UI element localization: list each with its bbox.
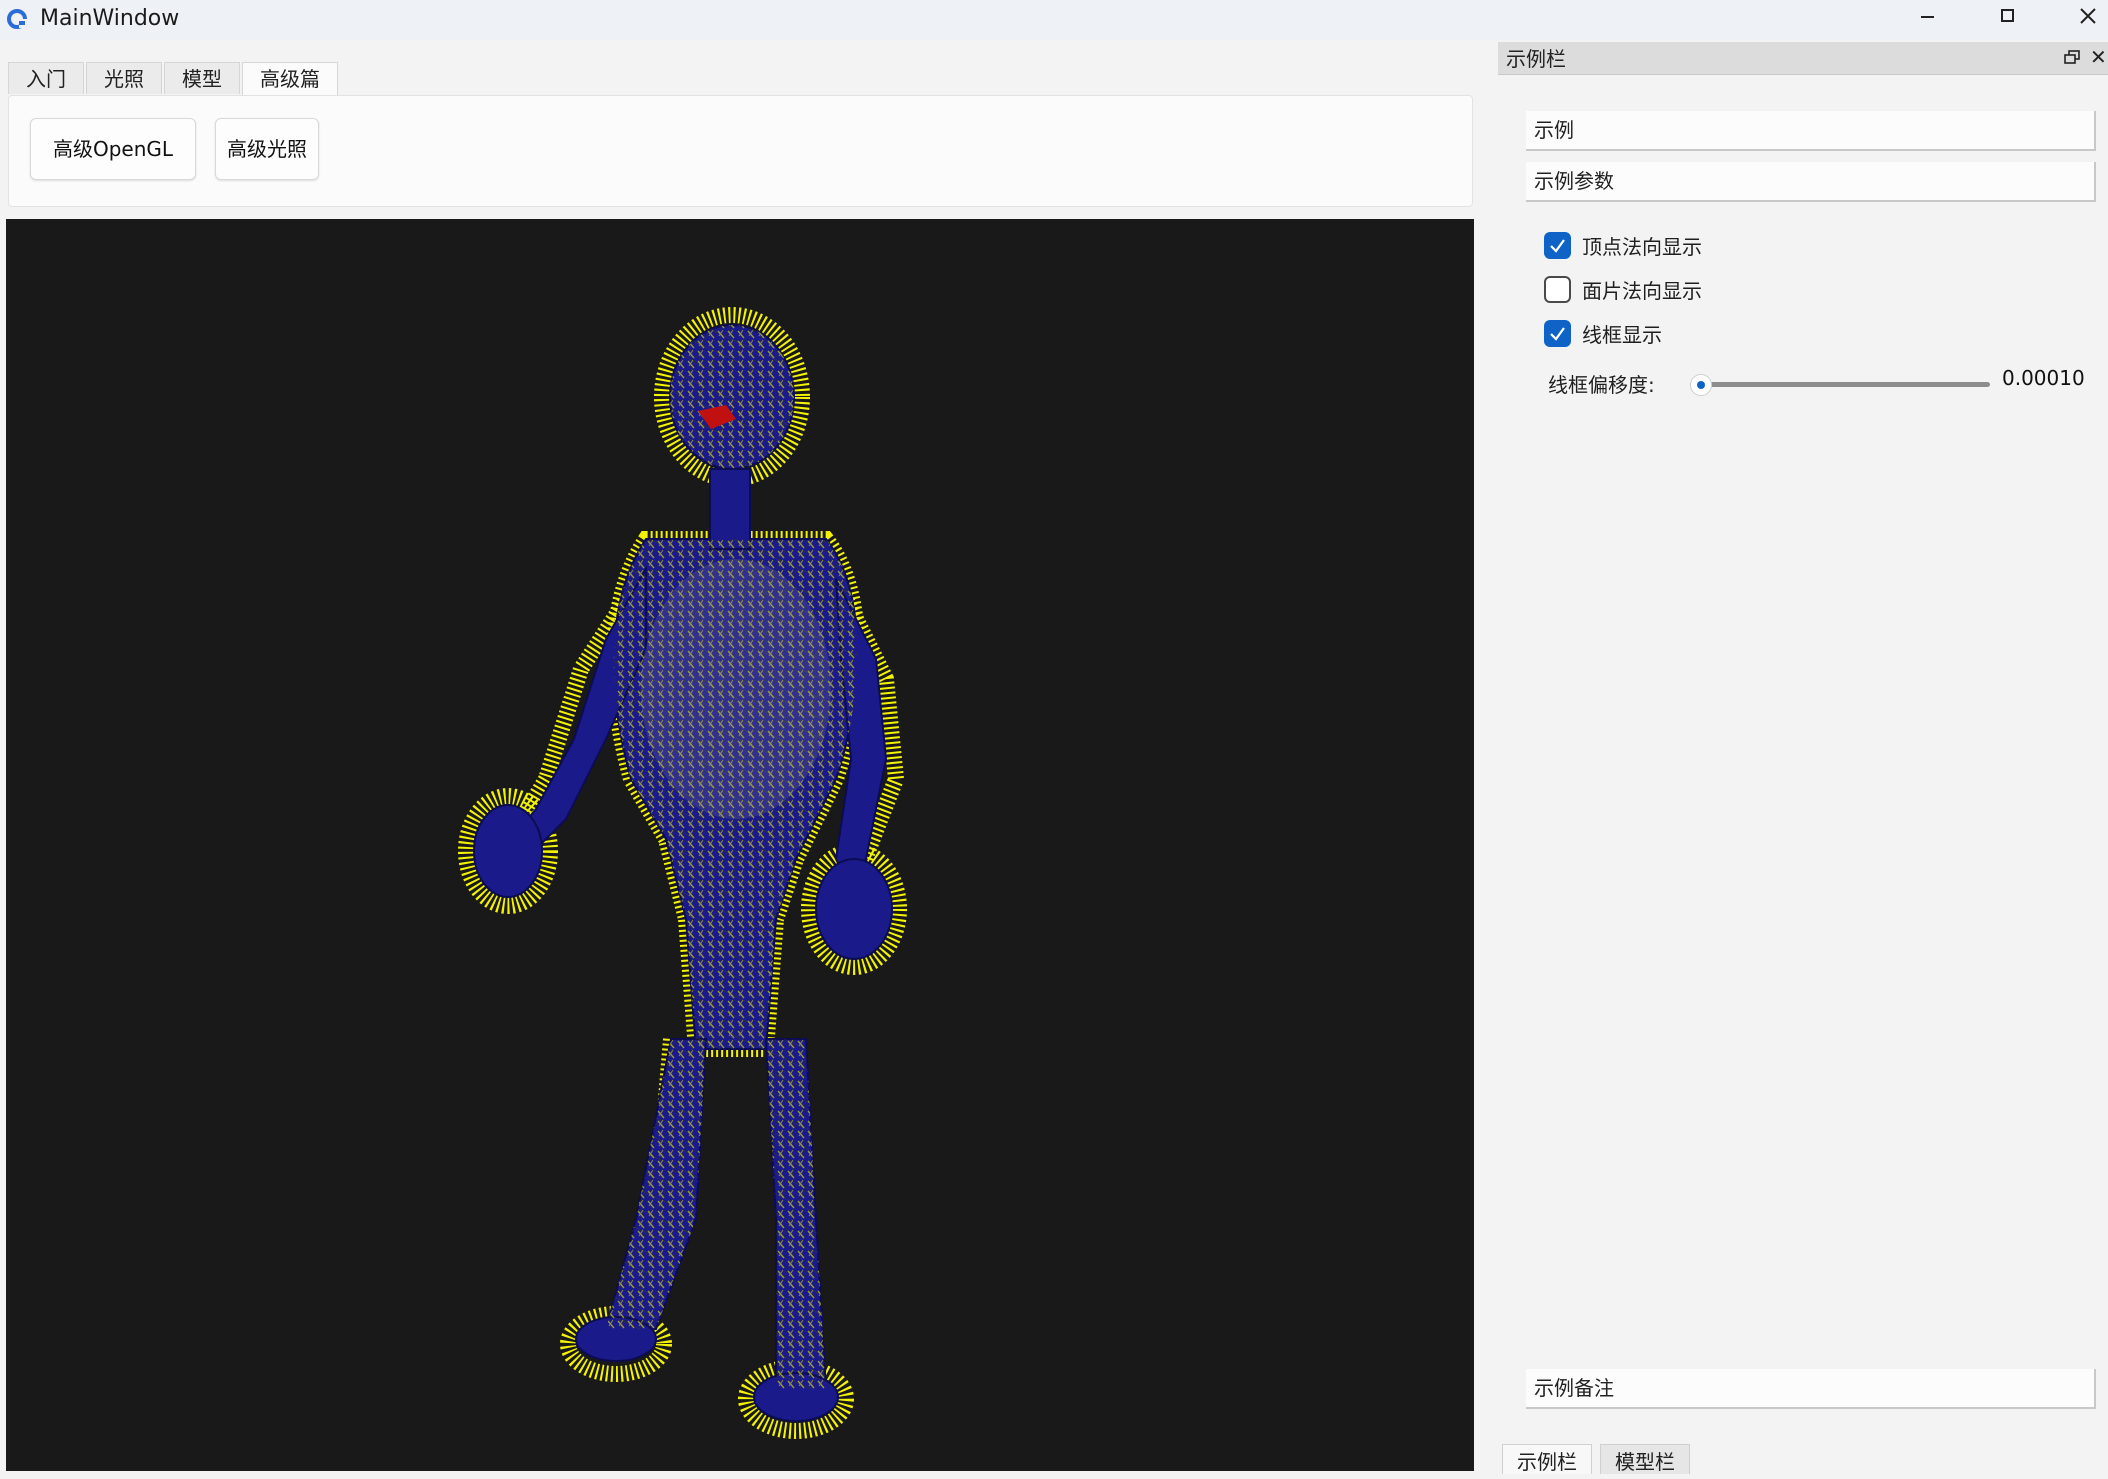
dock-header: 示例栏 ✕ — [1498, 42, 2108, 75]
params-section[interactable]: 示例参数 — [1526, 162, 2096, 202]
tab-model[interactable]: 模型 — [164, 62, 240, 94]
wireframe-offset-label: 线框偏移度: — [1548, 373, 1655, 397]
advanced-opengl-button[interactable]: 高级OpenGL — [30, 118, 196, 180]
character-model — [458, 307, 907, 1439]
notes-section-label: 示例备注 — [1534, 1376, 1614, 1400]
vertex-normals-checkbox[interactable]: 顶点法向显示 — [1544, 230, 1702, 260]
dock-bottom-tabs: 示例栏 模型栏 — [1502, 1444, 1690, 1474]
dock-title: 示例栏 — [1506, 47, 1566, 71]
dock-close-icon[interactable]: ✕ — [2090, 45, 2107, 69]
tab-lighting[interactable]: 光照 — [86, 62, 162, 94]
checkmark-icon[interactable] — [1544, 319, 1571, 347]
unchecked-box-icon[interactable] — [1544, 275, 1571, 303]
wireframe-offset-slider-track[interactable] — [1690, 382, 1990, 387]
close-icon[interactable] — [2048, 0, 2108, 34]
examples-section[interactable]: 示例 — [1526, 111, 2096, 151]
notes-section[interactable]: 示例备注 — [1526, 1369, 2096, 1409]
tab-models-dock[interactable]: 模型栏 — [1600, 1444, 1690, 1474]
wireframe-offset-slider-handle[interactable] — [1690, 374, 1712, 396]
advanced-lighting-button[interactable]: 高级光照 — [215, 118, 319, 180]
tab-examples-dock[interactable]: 示例栏 — [1502, 1444, 1592, 1474]
examples-section-label: 示例 — [1534, 118, 1574, 142]
checkmark-icon[interactable] — [1544, 231, 1571, 259]
opengl-viewport[interactable] — [6, 219, 1474, 1471]
wireframe-offset-value: 0.00010 — [2002, 366, 2085, 390]
category-tabs: 入门 光照 模型 高级篇 — [8, 62, 338, 96]
wireframe-checkbox[interactable]: 线框显示 — [1544, 318, 1662, 348]
wireframe-label: 线框显示 — [1582, 322, 1662, 347]
rendered-model — [458, 307, 907, 1439]
maximize-icon[interactable] — [1968, 0, 2048, 34]
minimize-icon[interactable] — [1888, 0, 1968, 34]
params-section-label: 示例参数 — [1534, 169, 1614, 193]
title-bar: MainWindow — [0, 0, 2108, 40]
tab-intro[interactable]: 入门 — [8, 62, 84, 94]
app-logo-icon — [7, 9, 27, 29]
vertex-normals-label: 顶点法向显示 — [1582, 234, 1702, 259]
face-normals-checkbox[interactable]: 面片法向显示 — [1544, 274, 1702, 304]
face-normals-label: 面片法向显示 — [1582, 278, 1702, 303]
tab-advanced[interactable]: 高级篇 — [242, 62, 338, 96]
window-title: MainWindow — [40, 6, 180, 31]
float-panel-icon[interactable] — [2064, 50, 2080, 64]
tab-panel: 高级OpenGL 高级光照 — [8, 95, 1473, 207]
